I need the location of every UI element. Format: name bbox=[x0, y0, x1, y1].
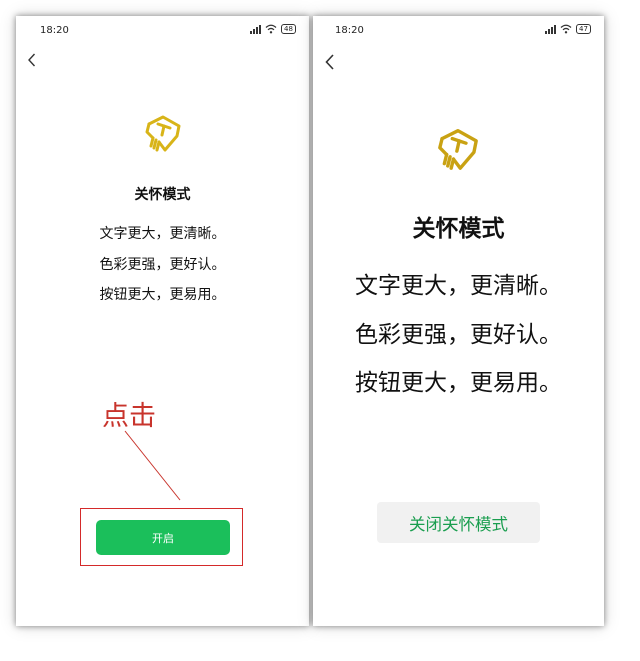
page-title: 关怀模式 bbox=[412, 216, 505, 242]
status-icons: 47 bbox=[545, 24, 591, 34]
status-time: 18:20 bbox=[335, 25, 364, 36]
feature-line-1: 文字更大，更清晰。 bbox=[355, 273, 562, 299]
close-care-mode-button[interactable]: 关闭关怀模式 bbox=[377, 502, 540, 543]
feature-line-2: 色彩更强，更好认。 bbox=[355, 322, 562, 348]
open-care-mode-button[interactable]: 开启 bbox=[96, 520, 230, 555]
left-phone-screen: 18:20 48 关怀模式 文字更大，更清晰。 色彩更强，更好认。 按钮更大，更… bbox=[16, 16, 309, 626]
signal-icon bbox=[545, 24, 556, 34]
wifi-icon bbox=[560, 24, 572, 34]
back-arrow-icon[interactable] bbox=[323, 53, 337, 71]
battery-icon: 47 bbox=[576, 24, 591, 34]
right-phone-screen: 18:20 47 关怀模式 文字更大，更清晰。 色彩更强，更好认。 按钮更大，更… bbox=[313, 16, 604, 626]
feature-line-3: 按钮更大，更易用。 bbox=[355, 370, 562, 396]
care-mode-logo-icon bbox=[438, 128, 478, 170]
